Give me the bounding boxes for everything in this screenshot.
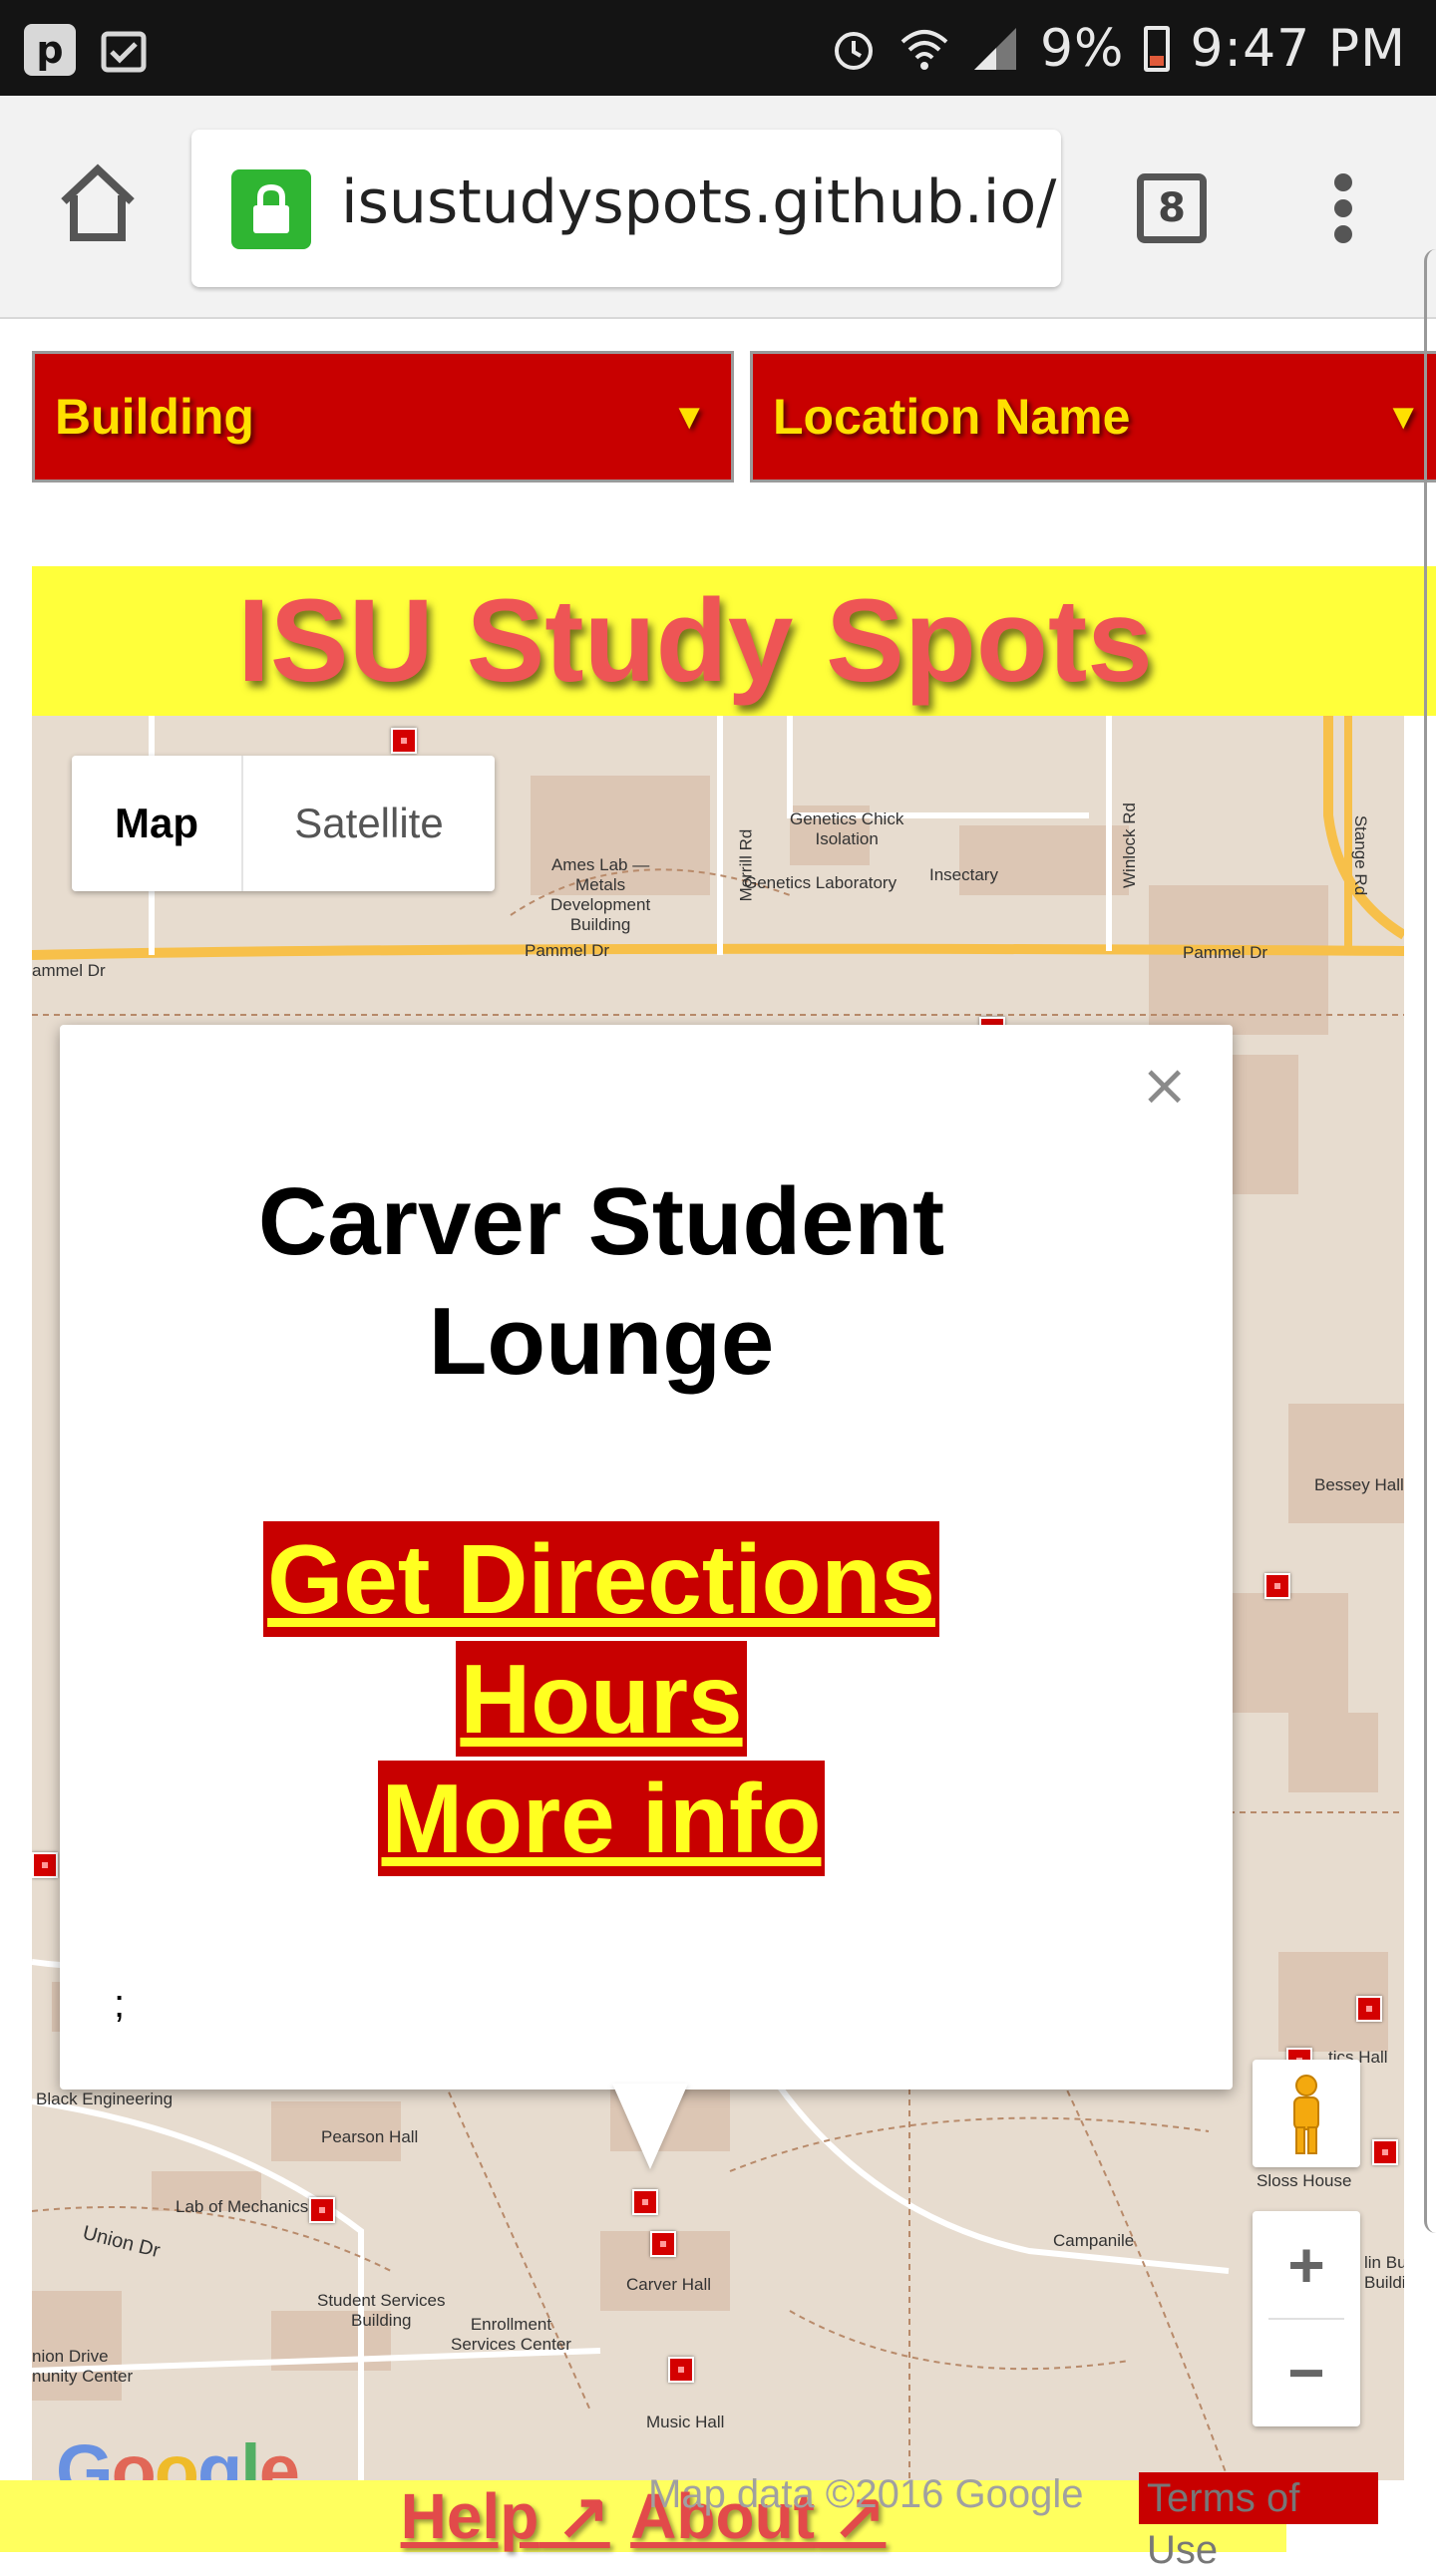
dropdown-arrow-icon: ▼ — [1385, 396, 1421, 437]
map-marker[interactable] — [632, 2189, 658, 2215]
map-label-ames-lab: Ames Lab — Metals Development Building — [550, 855, 651, 934]
url-bar[interactable]: isustudyspots.github.io/ — [191, 130, 1061, 287]
hours-link[interactable]: Hours — [456, 1641, 747, 1757]
map-label-union-drive-cc: nion Drive nunity Center — [32, 2347, 134, 2386]
clock: 9:47 PM — [1190, 19, 1406, 79]
map-label-sloss-house: Sloss House — [1256, 2171, 1352, 2190]
map-marker[interactable] — [309, 2197, 335, 2223]
map-label-winlock-rd: Winlock Rd — [1119, 803, 1139, 888]
p-icon: p — [24, 24, 76, 76]
tab-switcher-button[interactable]: 8 — [1137, 173, 1207, 243]
map-marker[interactable] — [391, 728, 417, 754]
info-window-trailing-text: ; — [114, 1982, 126, 2026]
map-label-campanile: Campanile — [1053, 2231, 1135, 2250]
map-type-satellite-button[interactable]: Satellite — [243, 756, 495, 891]
more-vert-icon[interactable] — [1334, 173, 1354, 243]
status-bar: p 9% 9:47 PM — [0, 0, 1436, 96]
map-label-lab-of-mechanics: Lab of Mechanics — [176, 2197, 309, 2216]
zoom-control: + − — [1253, 2211, 1360, 2426]
location-name-select[interactable]: Location Name ▼ — [750, 351, 1436, 483]
lock-icon — [231, 169, 311, 249]
help-link[interactable]: Help ↗ — [401, 2480, 610, 2552]
map-marker[interactable] — [32, 1852, 58, 1878]
close-icon[interactable]: × — [1140, 1051, 1189, 1119]
map-attribution: Map data ©2016 Google — [648, 2472, 1084, 2516]
map-label-music-hall: Music Hall — [646, 2413, 725, 2431]
map-label-genetics-chick: Genetics Chick Isolation — [790, 809, 904, 848]
map-label-enrollment: Enrollment Services Center — [451, 2315, 571, 2354]
location-select-label: Location Name — [773, 389, 1131, 445]
map-marker[interactable] — [1356, 1996, 1382, 2022]
map-marker[interactable] — [1372, 2139, 1398, 2165]
footer-bar: Help ↗ About ↗ — [0, 2480, 1286, 2552]
map-label-stange-rd: Stange Rd — [1351, 814, 1371, 896]
terms-of-use-link[interactable]: Terms of Use — [1139, 2472, 1378, 2572]
scroll-edge — [1424, 249, 1436, 2233]
map-marker[interactable] — [650, 2231, 676, 2257]
signal-icon — [973, 28, 1016, 70]
browser-toolbar: isustudyspots.github.io/ 8 — [0, 96, 1436, 319]
battery-icon — [1144, 26, 1171, 72]
more-info-link[interactable]: More info — [377, 1761, 826, 1876]
info-window-pointer — [612, 2084, 688, 2169]
map-label-bessey-hall: Bessey Hall — [1314, 1475, 1404, 1494]
get-directions-link[interactable]: Get Directions — [263, 1521, 939, 1637]
map-label-pammel-dr: Pammel Dr — [525, 941, 610, 960]
url-text: isustudyspots.github.io/ — [341, 167, 1057, 237]
zoom-out-button[interactable]: − — [1253, 2319, 1360, 2426]
building-select[interactable]: Building ▼ — [32, 351, 734, 483]
map-type-map-button[interactable]: Map — [72, 756, 243, 891]
map-label-carver-hall: Carver Hall — [626, 2275, 712, 2294]
battery-percent: 9% — [1039, 19, 1125, 79]
map-label-pearson-hall: Pearson Hall — [321, 2127, 419, 2146]
home-icon[interactable] — [56, 161, 140, 245]
info-window-links: Get Directions Hours More info — [60, 1521, 1143, 1880]
map-marker[interactable] — [1264, 1573, 1290, 1599]
alarm-icon — [834, 32, 873, 70]
map-label-lin-bu: lin Bu Buildi — [1364, 2253, 1404, 2292]
info-window: × Carver Student Lounge Get Directions Ho… — [60, 1025, 1233, 2090]
map-label-pammel-dr-east: Pammel Dr — [1183, 943, 1268, 962]
map-label-black-engineering: Black Engineering — [36, 2090, 174, 2108]
map-label-student-services: Student Services Building — [317, 2291, 446, 2330]
street-view-pegman-icon[interactable] — [1253, 2060, 1360, 2167]
map-label-genetics-lab: Genetics Laboratory — [744, 873, 898, 892]
map-label-pammel-dr-west: ammel Dr — [32, 961, 106, 980]
info-window-title: Carver Student Lounge — [60, 1162, 1143, 1402]
map-marker[interactable] — [668, 2357, 694, 2383]
dropdown-arrow-icon: ▼ — [671, 396, 707, 437]
building-select-label: Building — [55, 389, 254, 445]
clipboard-check-icon — [101, 31, 147, 73]
title-banner: ISU Study Spots — [32, 566, 1436, 716]
location-title: Carver Student Lounge — [257, 1168, 945, 1395]
wifi-icon — [900, 30, 948, 70]
map-type-control: Map Satellite — [72, 756, 495, 891]
map-label-insectary: Insectary — [929, 865, 998, 884]
page-title: ISU Study Spots — [237, 575, 1153, 707]
zoom-in-button[interactable]: + — [1253, 2211, 1360, 2319]
google-logo: Google — [56, 2429, 300, 2480]
